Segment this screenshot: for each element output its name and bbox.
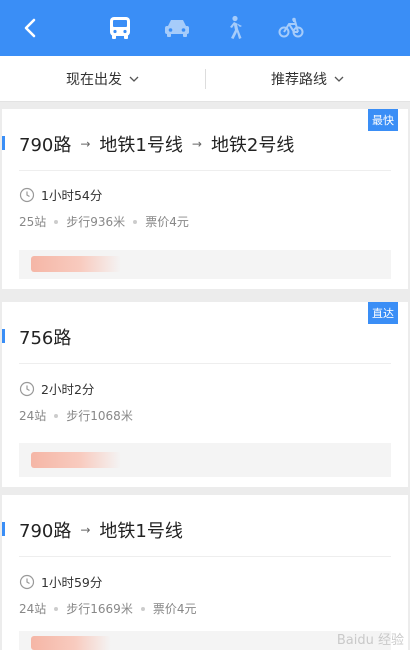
- chevron-down-icon: [334, 76, 344, 82]
- chevron-down-icon: [129, 76, 139, 82]
- dot-separator: [54, 219, 59, 224]
- dot-separator: [133, 219, 138, 224]
- route-duration: 1小时54分: [19, 185, 102, 204]
- separator: [19, 170, 391, 171]
- stop-count: 24站: [19, 409, 47, 423]
- route-indicator: [2, 522, 5, 536]
- separator: [19, 556, 391, 557]
- bike-icon[interactable]: [274, 12, 308, 44]
- blurred-text: [31, 452, 121, 468]
- walk-distance: 步行1068米: [66, 409, 133, 423]
- route-segment: 地铁1号线: [99, 135, 183, 156]
- baidu-jingyan-watermark: Baidu 经验: [336, 633, 404, 648]
- duration-text: 2小时2分: [41, 382, 95, 397]
- route-duration: 2小时2分: [19, 379, 94, 398]
- route-segment: 756路: [19, 328, 72, 349]
- route-segment: 790路: [19, 521, 72, 542]
- dot-separator: [54, 606, 59, 611]
- blurred-text: [31, 256, 121, 272]
- route-card[interactable]: 最快 790路 → 地铁1号线 → 地铁2号线 1小时54分 25站 步行936…: [2, 109, 408, 289]
- car-icon[interactable]: [160, 12, 194, 44]
- route-segment: 地铁2号线: [210, 135, 295, 156]
- route-sort-label: 推荐路线: [271, 71, 327, 88]
- route-duration: 1小时59分: [19, 572, 102, 591]
- route-card[interactable]: 790路 → 地铁1号线 1小时59分 24站 步行1669米 票价4元: [2, 495, 408, 650]
- route-indicator: [2, 136, 5, 150]
- duration-text: 1小时54分: [41, 188, 103, 203]
- duration-text: 1小时59分: [41, 575, 103, 590]
- filter-divider: [205, 69, 206, 89]
- bus-icon[interactable]: [103, 12, 137, 44]
- route-segment: 790路: [19, 135, 72, 156]
- filter-bar: 现在出发 推荐路线: [0, 56, 410, 102]
- walk-icon[interactable]: [217, 12, 251, 44]
- route-segments: 756路: [19, 324, 71, 350]
- fastest-badge: 最快: [368, 109, 398, 131]
- stop-count: 24站: [19, 602, 47, 616]
- station-info-blurred: [19, 250, 391, 279]
- transfer-arrow-icon: →: [80, 137, 91, 151]
- fare: 票价4元: [152, 602, 197, 616]
- station-info-blurred: [19, 443, 391, 477]
- route-meta: 24站 步行1068米: [19, 407, 133, 424]
- route-segment: 地铁1号线: [99, 521, 183, 542]
- departure-time-dropdown[interactable]: 现在出发: [66, 56, 139, 101]
- route-card[interactable]: 直达 756路 2小时2分 24站 步行1068米: [2, 302, 408, 487]
- transfer-arrow-icon: →: [80, 523, 91, 537]
- station-info-blurred: [19, 631, 391, 650]
- dot-separator: [140, 606, 145, 611]
- route-segments: 790路 → 地铁1号线 → 地铁2号线: [19, 131, 294, 157]
- route-sort-dropdown[interactable]: 推荐路线: [271, 56, 344, 101]
- direct-badge: 直达: [368, 302, 398, 324]
- walk-distance: 步行1669米: [66, 602, 133, 616]
- separator: [19, 363, 391, 364]
- route-meta: 25站 步行936米 票价4元: [19, 213, 189, 230]
- fare: 票价4元: [145, 215, 189, 229]
- transfer-arrow-icon: →: [191, 137, 202, 151]
- walk-distance: 步行936米: [66, 215, 126, 229]
- route-segments: 790路 → 地铁1号线: [19, 517, 183, 543]
- clock-icon: [19, 381, 35, 396]
- route-indicator: [2, 329, 5, 343]
- dot-separator: [54, 413, 59, 418]
- blurred-text: [31, 636, 111, 650]
- clock-icon: [19, 187, 35, 202]
- route-meta: 24站 步行1669米 票价4元: [19, 600, 196, 617]
- departure-time-label: 现在出发: [66, 71, 122, 88]
- back-icon[interactable]: [18, 15, 44, 41]
- top-bar: [0, 0, 410, 56]
- stop-count: 25站: [19, 215, 47, 229]
- clock-icon: [19, 574, 35, 589]
